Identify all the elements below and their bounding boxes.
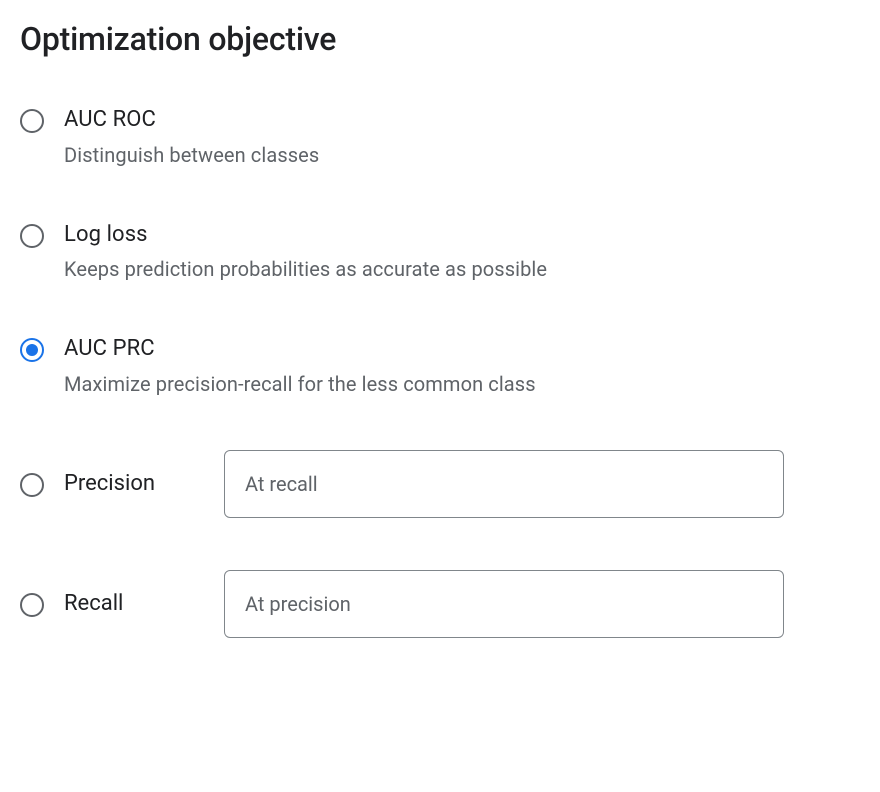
option-label: Recall bbox=[64, 591, 204, 616]
option-inline-row: Precision bbox=[64, 450, 860, 518]
radio-option-recall[interactable]: Recall bbox=[20, 570, 860, 638]
radio-option-precision[interactable]: Precision bbox=[20, 450, 860, 518]
radio-icon[interactable] bbox=[20, 593, 44, 617]
option-description: Distinguish between classes bbox=[64, 141, 860, 169]
optimization-objective-radio-group: AUC ROC Distinguish between classes Log … bbox=[20, 106, 860, 682]
option-label: Log loss bbox=[64, 221, 860, 250]
radio-option-auc-prc[interactable]: AUC PRC Maximize precision-recall for th… bbox=[20, 335, 860, 398]
radio-icon[interactable] bbox=[20, 473, 44, 497]
option-content: AUC PRC Maximize precision-recall for th… bbox=[64, 335, 860, 398]
option-label: Precision bbox=[64, 471, 204, 496]
option-label: AUC ROC bbox=[64, 106, 860, 135]
option-description: Maximize precision-recall for the less c… bbox=[64, 370, 860, 398]
radio-selected-dot-icon bbox=[26, 344, 38, 356]
option-description: Keeps prediction probabilities as accura… bbox=[64, 255, 860, 283]
option-label: AUC PRC bbox=[64, 335, 860, 364]
option-content: AUC ROC Distinguish between classes bbox=[64, 106, 860, 169]
radio-option-auc-roc[interactable]: AUC ROC Distinguish between classes bbox=[20, 106, 860, 169]
option-content: Log loss Keeps prediction probabilities … bbox=[64, 221, 860, 284]
radio-icon[interactable] bbox=[20, 338, 44, 362]
recall-at-precision-input[interactable] bbox=[224, 570, 784, 638]
radio-icon[interactable] bbox=[20, 109, 44, 133]
option-inline-row: Recall bbox=[64, 570, 860, 638]
precision-at-recall-input[interactable] bbox=[224, 450, 784, 518]
radio-icon[interactable] bbox=[20, 224, 44, 248]
page-title: Optimization objective bbox=[20, 20, 860, 58]
radio-option-log-loss[interactable]: Log loss Keeps prediction probabilities … bbox=[20, 221, 860, 284]
